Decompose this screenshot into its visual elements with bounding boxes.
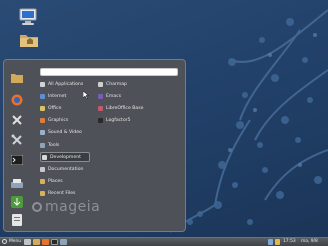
category-label: Sound & Video bbox=[48, 130, 82, 136]
menu-button-label: Menu bbox=[9, 239, 22, 244]
panel-clock[interactable]: 17:53 bbox=[283, 239, 296, 244]
category-label: Office bbox=[48, 105, 62, 111]
category-item[interactable]: Documentation bbox=[40, 164, 83, 174]
logfactor-icon bbox=[98, 118, 103, 124]
application-label: Charmap bbox=[106, 81, 127, 87]
category-item[interactable]: Internet bbox=[40, 91, 66, 101]
panel-file-manager-icon[interactable] bbox=[33, 239, 40, 245]
panel-firefox-icon[interactable] bbox=[42, 239, 49, 245]
category-item[interactable]: Recent Files bbox=[40, 189, 75, 199]
files-icon[interactable] bbox=[9, 212, 25, 228]
recent-files-icon bbox=[40, 191, 45, 197]
show-desktop-icon[interactable] bbox=[24, 239, 31, 245]
mageia-logo: mageia bbox=[32, 199, 100, 215]
home-folder-icon[interactable] bbox=[19, 32, 39, 52]
category-item[interactable]: Tools bbox=[40, 140, 59, 150]
application-item[interactable]: LibreOffice Base bbox=[98, 103, 143, 113]
search-input[interactable] bbox=[40, 68, 178, 76]
computer-icon[interactable] bbox=[18, 8, 38, 28]
category-label: All Applications bbox=[48, 81, 84, 87]
graphics-icon bbox=[40, 118, 45, 124]
network-icon[interactable] bbox=[268, 239, 273, 245]
mageia-start-icon bbox=[2, 239, 7, 244]
mouse-cursor-icon bbox=[83, 91, 89, 99]
category-item[interactable]: Graphics bbox=[40, 116, 68, 126]
category-item[interactable]: Places bbox=[40, 177, 63, 187]
bottom-panel: Menu 17:53 ma, 9/8 bbox=[0, 237, 328, 246]
all-apps-icon bbox=[40, 81, 45, 87]
category-label: Places bbox=[48, 179, 63, 185]
charmap-icon bbox=[98, 81, 103, 87]
printer-icon[interactable] bbox=[9, 176, 25, 192]
terminal-icon[interactable] bbox=[9, 152, 25, 168]
application-item[interactable]: Charmap bbox=[98, 79, 127, 89]
tools-icon[interactable] bbox=[9, 132, 25, 148]
places-icon bbox=[40, 179, 45, 185]
development-icon bbox=[42, 154, 47, 160]
system-settings-icon[interactable] bbox=[9, 112, 25, 128]
application-label: LibreOffice Base bbox=[106, 105, 144, 111]
application-item[interactable]: Emacs bbox=[98, 91, 121, 101]
category-label: Internet bbox=[48, 93, 67, 99]
category-item[interactable]: Sound & Video bbox=[40, 128, 82, 138]
panel-date[interactable]: ma, 9/8 bbox=[301, 239, 318, 244]
category-item[interactable]: Office bbox=[40, 103, 61, 113]
office-icon bbox=[40, 105, 45, 111]
menu-button[interactable]: Menu bbox=[2, 239, 21, 244]
panel-terminal-icon[interactable] bbox=[51, 239, 58, 245]
application-label: Logfactor5 bbox=[106, 118, 131, 124]
internet-icon bbox=[40, 93, 45, 99]
sound-video-icon bbox=[40, 130, 45, 136]
application-item[interactable]: Logfactor5 bbox=[98, 116, 131, 126]
category-label: Development bbox=[50, 154, 81, 160]
emacs-icon bbox=[98, 93, 103, 99]
tools-icon bbox=[40, 142, 45, 148]
firefox-icon[interactable] bbox=[9, 92, 25, 108]
panel-app-icon[interactable] bbox=[60, 239, 67, 245]
category-item[interactable]: Development bbox=[40, 152, 90, 163]
documentation-icon bbox=[40, 166, 45, 172]
install-icon[interactable] bbox=[9, 194, 25, 210]
file-manager-icon[interactable] bbox=[9, 70, 25, 86]
category-label: Recent Files bbox=[48, 191, 76, 197]
application-label: Emacs bbox=[106, 93, 122, 99]
category-item[interactable]: All Applications bbox=[40, 79, 83, 89]
category-label: Tools bbox=[48, 142, 60, 148]
notification-icon[interactable] bbox=[275, 239, 280, 245]
favorites-bar bbox=[9, 70, 27, 226]
category-label: Graphics bbox=[48, 118, 69, 124]
application-menu: All Applications Internet Office Graphics So… bbox=[3, 59, 186, 232]
category-label: Documentation bbox=[48, 166, 84, 172]
libreoffice-base-icon bbox=[98, 105, 103, 111]
